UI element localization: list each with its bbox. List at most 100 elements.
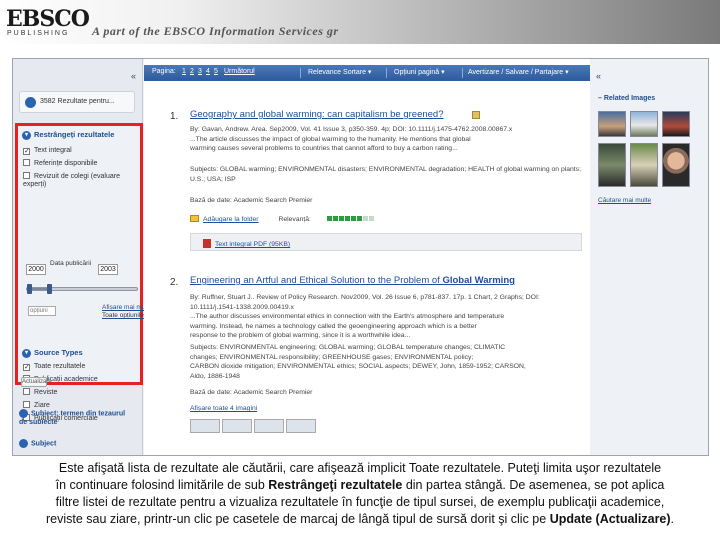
- search-more-link[interactable]: Căutare mai multe: [598, 197, 651, 204]
- checkbox-icon[interactable]: [23, 388, 30, 395]
- limiter-full-text[interactable]: Text integral: [23, 146, 72, 156]
- logo-text: EBSCO: [6, 6, 90, 32]
- limiter-references[interactable]: Referințe disponibile: [23, 159, 97, 169]
- checkbox-icon[interactable]: [23, 172, 30, 179]
- left-sidebar: « 3582 Rezultate pentru... ▾ Restrângeți …: [13, 59, 154, 455]
- add-to-folder[interactable]: Adăugare la folder Relevanță:: [190, 215, 375, 223]
- related-image-thumbnail[interactable]: [598, 111, 626, 137]
- date-to-input[interactable]: 2003: [98, 264, 118, 275]
- result-subjects: Subjects: GLOBAL warming; ENVIRONMENTAL …: [190, 165, 582, 184]
- source-types-heading[interactable]: ▾ Source Types: [22, 348, 83, 358]
- page-link-1[interactable]: 1: [182, 68, 186, 75]
- results-toolbar: Pagina: 1 2 3 4 5 Următorul Relevance So…: [144, 65, 590, 81]
- page-options-dropdown[interactable]: Opțiuni pagină ▾: [394, 68, 445, 76]
- slider-handle-right[interactable]: [47, 284, 52, 294]
- related-image-thumbnail[interactable]: [662, 143, 690, 187]
- source-type-label: Ziare: [34, 402, 50, 409]
- image-thumbnail[interactable]: [190, 419, 220, 433]
- show-all-images-link[interactable]: Afișare toate 4 imagini: [190, 405, 257, 412]
- refine-results-heading[interactable]: ▾ Restrângeți rezultatele: [22, 130, 114, 140]
- result-line: response to the problem of global warmin…: [190, 332, 411, 339]
- date-label: Data publicării: [50, 260, 92, 267]
- limiter-label: Referințe disponibile: [34, 160, 98, 167]
- related-images-heading[interactable]: – Related Images: [598, 95, 655, 102]
- caption-line-2: în continuare folosind limitările de sub…: [0, 477, 720, 494]
- refine-results-title: Restrângeți rezultatele: [34, 130, 115, 139]
- ebsco-banner: EBSCO PUBLISHING A part of the EBSCO Inf…: [0, 0, 720, 44]
- result-subjects: Subjects: ENVIRONMENTAL engineering; GLO…: [190, 343, 582, 381]
- result-line: By: Gavan, Andrew. Area. Sep2009, Vol. 4…: [190, 126, 513, 133]
- page-link-3[interactable]: 3: [198, 68, 202, 75]
- pdf-full-text[interactable]: Text integral PDF (95KB): [190, 233, 582, 251]
- image-thumbnail[interactable]: [222, 419, 252, 433]
- share-dropdown[interactable]: Avertizare / Salvare / Partajare ▾: [468, 68, 569, 76]
- expand-icon: [19, 439, 28, 448]
- tagline: A part of the EBSCO Information Services…: [92, 24, 339, 38]
- right-panel: « – Related Images Căutare mai multe: [590, 59, 708, 455]
- collapse-icon: ▾: [22, 348, 31, 358]
- source-type-magazines[interactable]: Reviste: [23, 388, 57, 398]
- folder-icon: [190, 215, 199, 222]
- subjects-line: Subjects: ENVIRONMENTAL engineering; GLO…: [190, 344, 506, 351]
- related-image-thumbnail[interactable]: [630, 143, 658, 187]
- date-options-input[interactable]: opțiuni: [28, 306, 56, 316]
- subject-heading[interactable]: Subject: [19, 439, 56, 448]
- relevance-label: Relevanță:: [278, 216, 311, 223]
- subjects-line: changes; ENVIRONMENTAL responsibility; G…: [190, 353, 474, 361]
- result-database: Bază de date: Academic Search Premier: [190, 389, 313, 396]
- pages-label: Pagina:: [152, 68, 176, 75]
- source-type-label: Reviste: [34, 389, 58, 396]
- limiter-label: Text integral: [34, 147, 72, 154]
- date-from-input[interactable]: 2000: [26, 264, 46, 275]
- page-link-4[interactable]: 4: [206, 68, 210, 75]
- relevance-square: [350, 215, 356, 221]
- result-abstract: By: Ruffner, Stuart J.. Review of Policy…: [190, 293, 582, 341]
- subjects-line: CARBON dioxide mitigation; ENVIRONMENTAL…: [190, 363, 526, 370]
- checkbox-icon[interactable]: [23, 364, 30, 371]
- results-list: Pagina: 1 2 3 4 5 Următorul Relevance So…: [144, 59, 590, 455]
- checkbox-icon[interactable]: [23, 148, 30, 155]
- checkbox-icon[interactable]: [23, 159, 30, 166]
- subject-thesaurus-heading[interactable]: Subiect: termen din tezaurul de subiecte: [19, 409, 135, 427]
- related-image-thumbnail[interactable]: [662, 111, 690, 137]
- result-line: warming causes several problems to count…: [190, 145, 458, 152]
- sort-dropdown[interactable]: Relevance Sortare ▾: [308, 68, 371, 76]
- result-count-label: 3582 Rezultate pentru...: [40, 98, 115, 105]
- result-title[interactable]: Geography and global warming: can capita…: [190, 109, 444, 120]
- update-button[interactable]: Actualizare: [21, 377, 52, 387]
- relevance-square: [368, 215, 374, 221]
- next-page-link[interactable]: Următorul: [224, 68, 255, 75]
- slider-handle-left[interactable]: [27, 284, 32, 294]
- relevance-square: [344, 215, 350, 221]
- related-image-thumbnail[interactable]: [598, 143, 626, 187]
- limiter-peer-reviewed[interactable]: Revizuit de colegi (evaluare experți): [23, 172, 133, 188]
- relevance-square: [338, 215, 344, 221]
- info-icon: [25, 97, 36, 108]
- logo-subtext: PUBLISHING: [7, 30, 70, 37]
- result-line: By: Ruffner, Stuart J.. Review of Policy…: [190, 294, 540, 301]
- image-thumbnail[interactable]: [254, 419, 284, 433]
- result-count-box[interactable]: 3582 Rezultate pentru...: [19, 91, 135, 113]
- result-title-bold: Global Warming: [442, 275, 515, 286]
- result-title[interactable]: Engineering an Artful and Ethical Soluti…: [190, 275, 515, 286]
- refine-results-panel: ▾Restrângeți rezultatele Text integral R…: [15, 123, 154, 422]
- related-image-thumbnail[interactable]: [630, 111, 658, 137]
- source-type-all[interactable]: Toate rezultatele: [23, 362, 85, 372]
- collapse-left-icon[interactable]: «: [131, 71, 136, 81]
- date-slider[interactable]: [26, 284, 138, 294]
- caption-text: reviste sau ziare, printr-un clic pe cas…: [45, 512, 550, 526]
- relevance-square: [332, 215, 338, 221]
- source-types-title: Source Types: [34, 348, 83, 357]
- caption-bold: Restrângeţi rezultatele: [268, 478, 403, 492]
- image-thumbnail[interactable]: [286, 419, 316, 433]
- pdf-link-label: Text integral PDF (95KB): [215, 241, 291, 248]
- relevance-square: [362, 215, 368, 221]
- page-link-2[interactable]: 2: [190, 68, 194, 75]
- collapse-right-icon[interactable]: «: [596, 71, 601, 81]
- page-link-5[interactable]: 5: [214, 68, 218, 75]
- caption-text: .: [670, 512, 675, 526]
- checkbox-icon[interactable]: [23, 401, 30, 408]
- slide-caption: Este afişată lista de rezultate ale căut…: [0, 460, 720, 528]
- toolbar-divider: [462, 68, 463, 78]
- subject-label: Subject: [31, 440, 57, 448]
